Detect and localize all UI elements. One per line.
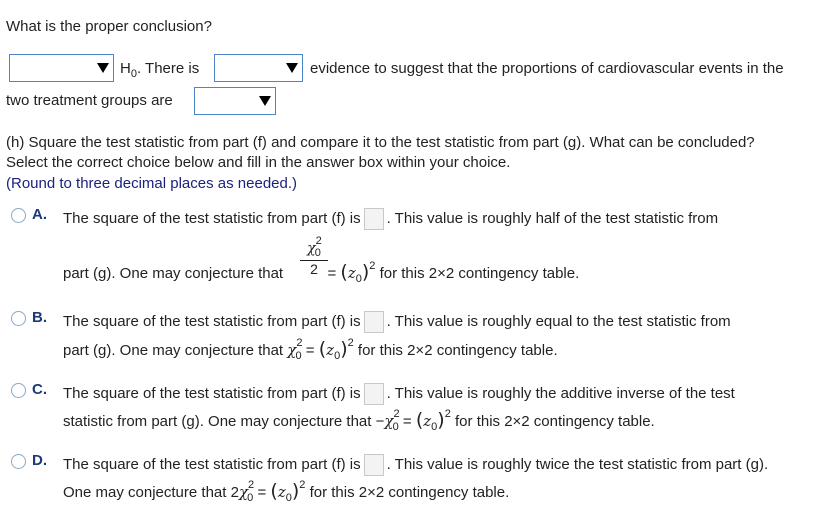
- option-a-radio[interactable]: [11, 208, 26, 223]
- chevron-down-icon: [259, 96, 271, 106]
- option-d-line1: The square of the test statistic from pa…: [63, 454, 768, 476]
- option-c-radio[interactable]: [11, 383, 26, 398]
- option-b-line1: The square of the test statistic from pa…: [63, 311, 731, 333]
- groups-dropdown[interactable]: [194, 87, 276, 115]
- option-c-letter: C.: [32, 381, 47, 398]
- option-d-answer-box[interactable]: [363, 454, 384, 476]
- option-b-answer-box[interactable]: [363, 311, 384, 333]
- option-a-line2: part (g). One may conjecture that = (z0)…: [63, 260, 580, 285]
- conclusion-text: evidence to suggest that the proportions…: [310, 60, 784, 77]
- conclusion-text-2: two treatment groups are: [6, 92, 173, 109]
- option-c-answer-box[interactable]: [363, 383, 384, 405]
- evidence-dropdown[interactable]: [214, 54, 303, 82]
- option-c-line1: The square of the test statistic from pa…: [63, 383, 735, 405]
- chevron-down-icon: [286, 63, 298, 73]
- chevron-down-icon: [97, 63, 109, 73]
- option-a-line1: The square of the test statistic from pa…: [63, 208, 718, 230]
- part-h-instructions: Select the correct choice below and fill…: [6, 154, 511, 171]
- option-b-letter: B.: [32, 309, 47, 326]
- option-a-answer-box[interactable]: [363, 208, 384, 230]
- part-h-prompt: (h) Square the test statistic from part …: [6, 134, 755, 151]
- option-d-radio[interactable]: [11, 454, 26, 469]
- option-b-line2: part (g). One may conjecture that χ20 = …: [63, 337, 558, 362]
- rounding-note: (Round to three decimal places as needed…: [6, 175, 298, 192]
- option-c-line2: statistic from part (g). One may conject…: [63, 408, 655, 433]
- question-title: What is the proper conclusion?: [6, 18, 212, 35]
- option-b-radio[interactable]: [11, 311, 26, 326]
- option-d-line2: One may conjecture that 2χ20 = (z0)2 for…: [63, 479, 510, 504]
- reject-decision-dropdown[interactable]: [9, 54, 114, 82]
- option-a-letter: A.: [32, 206, 47, 223]
- option-d-letter: D.: [32, 452, 47, 469]
- h0-label: H0. There is: [120, 60, 200, 80]
